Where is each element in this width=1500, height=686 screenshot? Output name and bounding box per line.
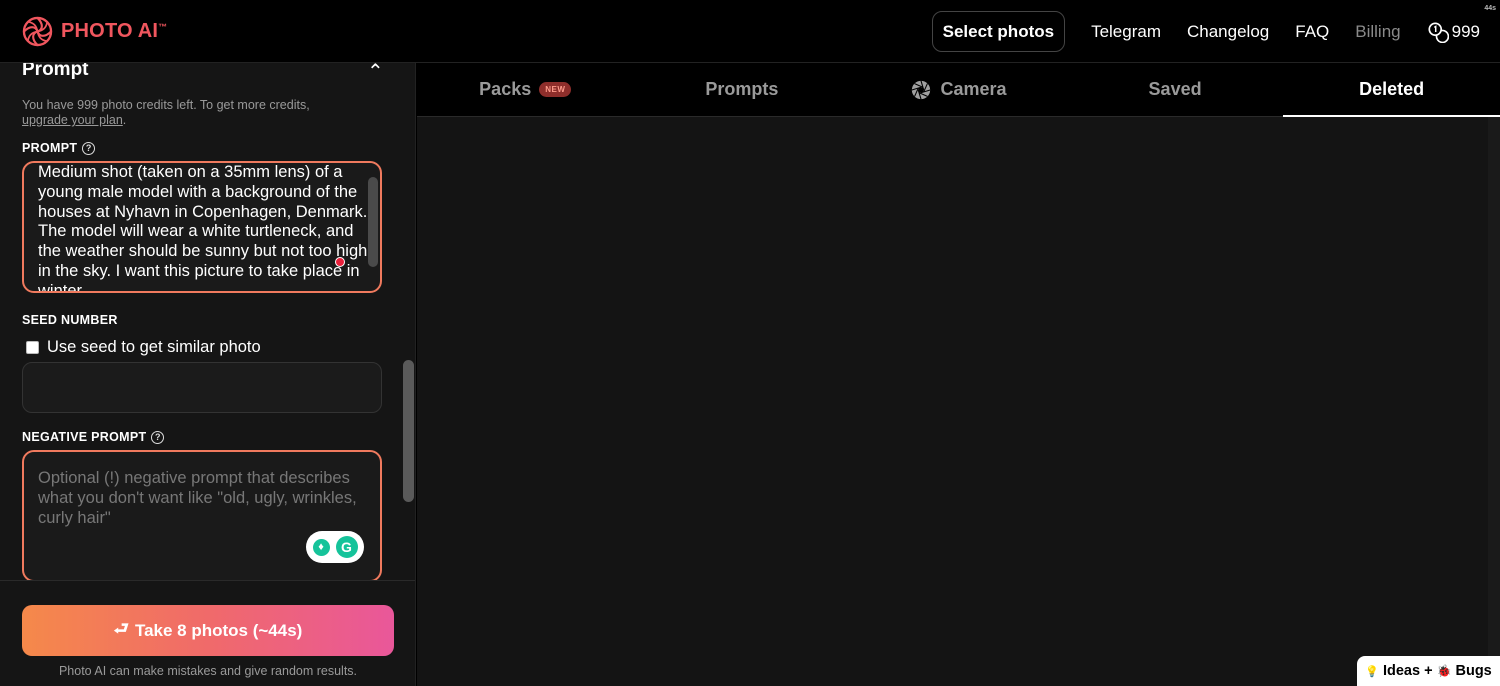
negative-prompt-label: NEGATIVE PROMPT ?	[22, 430, 165, 444]
logo-text: PHOTO AI™	[61, 20, 168, 42]
panel-title: Prompt	[22, 63, 89, 80]
prompt-textarea[interactable]: Medium shot (taken on a 35mm lens) of a …	[22, 161, 382, 293]
seed-label: SEED NUMBER	[22, 313, 118, 327]
tab-bar: Packs NEW Prompts Camera Saved Deleted	[417, 63, 1500, 117]
seed-checkbox-row[interactable]: Use seed to get similar photo	[26, 338, 261, 357]
coins-icon	[1428, 21, 1449, 43]
billing-link[interactable]: Billing	[1355, 22, 1400, 42]
panel-footer: ⮐ Take 8 photos (~44s) Photo AI can make…	[0, 580, 415, 686]
faq-link[interactable]: FAQ	[1295, 22, 1329, 42]
tab-saved[interactable]: Saved	[1067, 63, 1284, 116]
help-icon[interactable]: ?	[82, 141, 96, 155]
disclaimer: Photo AI can make mistakes and give rand…	[58, 664, 358, 678]
logo[interactable]: PHOTO AI™	[22, 16, 167, 47]
prompt-panel: Prompt ⌃ You have 999 photo credits left…	[0, 63, 416, 686]
panel-scrollbar[interactable]	[403, 360, 414, 502]
tab-deleted[interactable]: Deleted	[1283, 63, 1500, 117]
timer-badge: 44s	[1484, 5, 1496, 12]
feedback-button[interactable]: 💡 Ideas + 🐞 Bugs	[1357, 656, 1500, 686]
lightbulb-icon: 💡	[1365, 665, 1379, 678]
photos-grid-area	[417, 117, 1500, 686]
seed-input[interactable]	[22, 362, 382, 413]
prompt-scrollbar[interactable]	[368, 177, 378, 267]
nav-links: Select photos Telegram Changelog FAQ Bil…	[931, 11, 1480, 52]
negative-prompt-placeholder: Optional (!) negative prompt that descri…	[38, 469, 357, 527]
top-nav: PHOTO AI™ Select photos Telegram Changel…	[0, 0, 1500, 63]
negative-prompt-textarea[interactable]: Optional (!) negative prompt that descri…	[22, 450, 382, 582]
collapse-icon[interactable]: ⌃	[367, 63, 384, 84]
prompt-label: PROMPT ?	[22, 141, 96, 155]
grammarly-widget[interactable]: ♦ G	[306, 531, 364, 563]
help-icon[interactable]: ?	[151, 430, 165, 444]
seed-checkbox-label: Use seed to get similar photo	[47, 338, 261, 356]
take-photos-button[interactable]: ⮐ Take 8 photos (~44s)	[22, 605, 394, 656]
grammar-indicator-icon[interactable]	[335, 257, 345, 267]
new-badge: NEW	[539, 82, 572, 97]
seed-checkbox[interactable]	[26, 341, 39, 354]
credits-counter[interactable]: 999	[1427, 21, 1480, 43]
main-scrollbar[interactable]	[1488, 117, 1500, 686]
select-photos-button[interactable]: Select photos	[931, 11, 1066, 52]
bug-icon: 🐞	[1436, 664, 1452, 678]
aperture-icon	[912, 80, 931, 99]
upgrade-plan-link[interactable]: upgrade your plan	[22, 113, 123, 127]
grammarly-icon[interactable]: G	[335, 536, 358, 558]
tab-packs[interactable]: Packs NEW	[417, 63, 634, 116]
changelog-link[interactable]: Changelog	[1187, 22, 1269, 42]
credits-value: 999	[1451, 21, 1480, 41]
tab-prompts[interactable]: Prompts	[634, 63, 851, 116]
photo-ai-logo-icon	[22, 16, 53, 47]
telegram-link[interactable]: Telegram	[1091, 22, 1161, 42]
credits-note: You have 999 photo credits left. To get …	[22, 98, 310, 127]
lightbulb-icon[interactable]: ♦	[312, 538, 330, 556]
tab-camera[interactable]: Camera	[850, 63, 1067, 116]
return-icon: ⮐	[113, 619, 129, 638]
prompt-text: Medium shot (taken on a 35mm lens) of a …	[38, 163, 368, 293]
